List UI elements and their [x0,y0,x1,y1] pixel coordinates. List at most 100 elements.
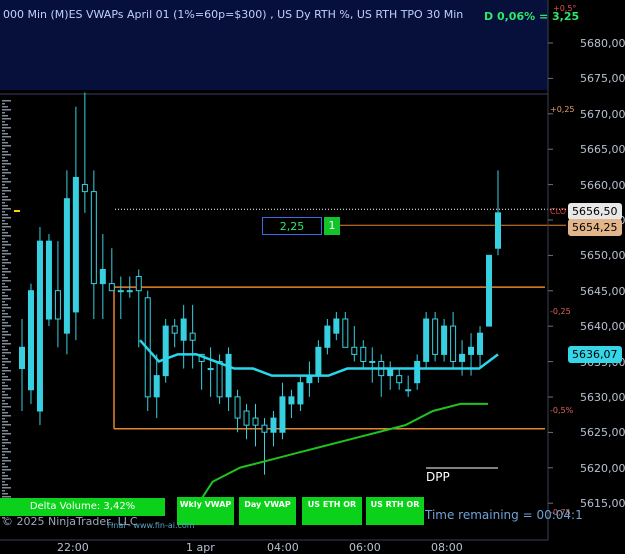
volume-profile-tick [2,232,8,234]
volume-profile-tick [2,391,5,393]
volume-profile-tick [2,271,11,273]
volume-profile-tick [2,172,11,174]
volume-profile-tick [2,490,5,492]
candle-body [189,332,196,341]
candle-body [450,325,457,362]
volume-profile-tick [2,322,8,324]
poc-marker [14,210,20,212]
volume-profile-tick [2,289,11,291]
candle-body [279,396,286,433]
volume-profile-tick [2,343,11,345]
volume-profile-tick [2,484,8,486]
volume-profile-tick [2,352,11,354]
candle-body [108,283,115,292]
volume-profile-tick [2,256,5,258]
volume-profile-tick [2,313,8,315]
volume-profile-tick [2,448,8,450]
price-tick-label: 5680,00 [580,37,625,50]
pct-label-minus025: -0,25 [550,307,571,316]
candle-body [81,184,88,193]
volume-profile-tick [2,205,8,207]
candle-body [495,212,501,249]
volume-profile-tick [2,250,8,252]
volume-profile-tick [2,463,5,465]
volume-profile-tick [2,385,8,387]
candle-body [441,325,448,355]
volume-profile-tick [2,106,8,108]
price-tick-label: 5650,00 [580,249,625,263]
volume-profile-tick [2,253,11,255]
candle-body [153,375,160,398]
candle-body [72,176,79,313]
candle-body [162,325,169,377]
volume-profile-tick [2,184,5,186]
volume-profile-tick [2,217,11,219]
volume-profile-tick [2,259,8,261]
candle-body [225,353,232,398]
volume-profile-tick [2,142,8,144]
volume-profile-tick [2,487,11,489]
pct-label-top: +0,5° [553,4,577,13]
candle-body [27,290,34,391]
volume-profile-tick [2,379,11,381]
candle-body [54,290,61,320]
volume-profile-tick [2,388,11,390]
volume-profile-tick [2,325,11,327]
day-vwap-button[interactable]: Day VWAP [239,497,296,525]
candle-body [459,353,466,362]
volume-profile-tick [2,376,8,378]
candlestick-chart[interactable] [0,0,625,554]
volume-profile-tick [2,295,8,297]
volume-profile-tick [2,466,8,468]
position-price-box[interactable]: 2,25 [262,217,322,235]
volume-profile-tick [2,274,5,276]
volume-profile-tick [2,409,5,411]
volume-profile-tick [2,241,8,243]
candle-body [360,346,367,362]
volume-profile-tick [2,223,8,225]
position-quantity-box[interactable]: 1 [324,217,340,235]
volume-profile-tick [2,394,8,396]
price-tick-label: 5625,00 [580,426,625,440]
volume-profile-tick [2,316,11,318]
time-tick-label: 1 apr [186,541,215,554]
candle-body [207,368,214,371]
us-rth-or-button[interactable]: US RTH OR [366,497,424,525]
volume-profile-tick [2,403,8,405]
volume-profile-tick [2,211,5,213]
volume-profile-tick [2,424,11,426]
volume-profile-tick [2,151,8,153]
candle-body [324,325,331,348]
volume-profile-tick [2,244,11,246]
candle-body [288,396,295,405]
candle-body [468,346,475,355]
volume-profile-tick [2,307,11,309]
time-tick-label: 06:00 [349,541,381,554]
volume-profile-tick [2,331,8,333]
candle-body [243,410,250,426]
volume-profile-tick [2,334,11,336]
us-eth-or-button[interactable]: US ETH OR [302,497,362,525]
candle-body [252,417,259,426]
volume-profile-tick [2,154,11,156]
volume-profile-tick [2,301,5,303]
volume-profile-tick [2,148,5,150]
volume-profile-tick [2,328,5,330]
candle-body [423,318,430,362]
volume-profile-tick [2,397,11,399]
candle-body [351,346,358,355]
candle-body [99,268,106,285]
dpp-label: DPP [426,470,450,484]
price-tick-label: 5615,00 [580,497,625,511]
volume-profile-tick [2,103,5,105]
volume-profile-tick [2,304,8,306]
volume-profile-tick [2,298,11,300]
volume-profile-tick [2,265,5,267]
candle-body [369,360,376,363]
price-tick-label: 5660,00 [580,178,625,192]
price-tick-label: 5630,00 [580,391,625,404]
volume-profile-tick [2,292,5,294]
candle-body [135,276,142,292]
volume-profile-tick [2,208,11,210]
volume-profile-tick [2,202,5,204]
